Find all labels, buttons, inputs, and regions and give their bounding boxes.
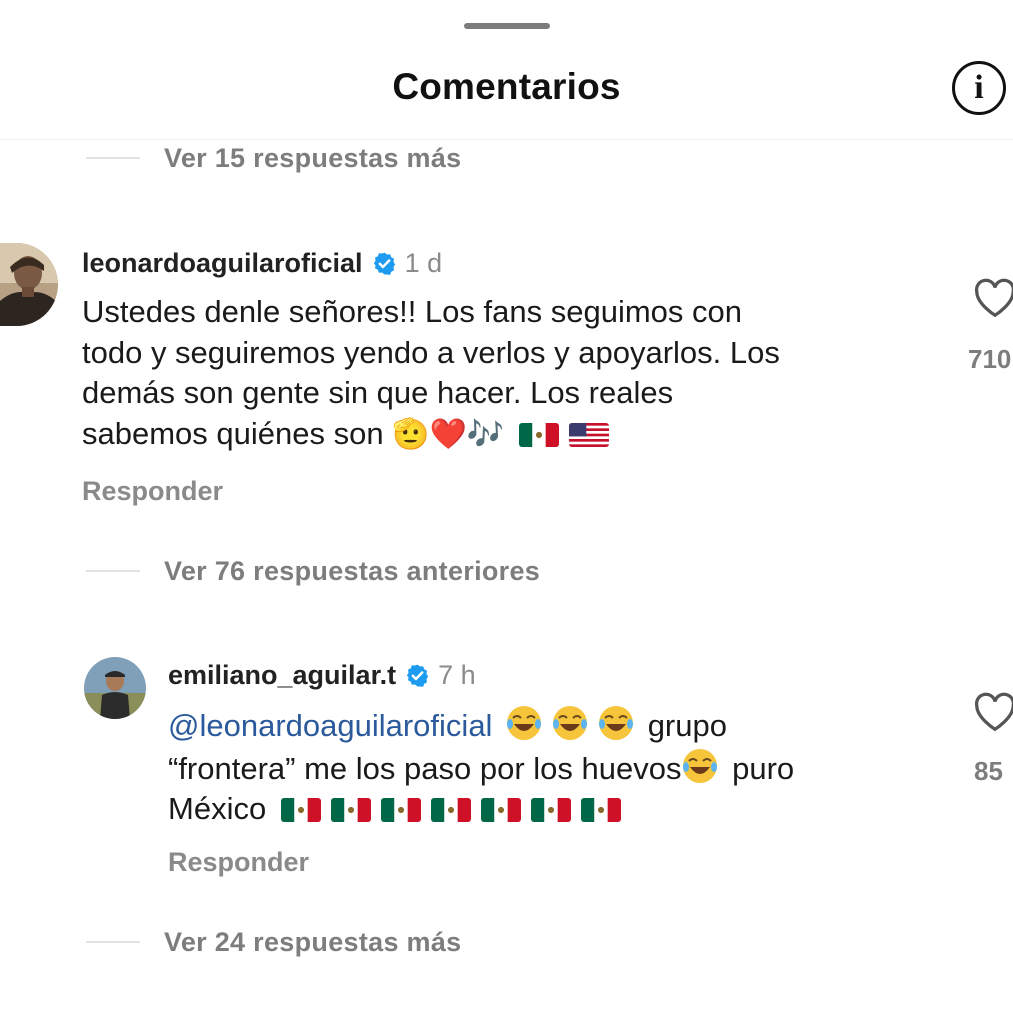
drag-handle[interactable] [464, 23, 550, 29]
comment-time: 1 d [404, 247, 443, 278]
verified-badge-icon [372, 251, 397, 276]
comment-text-fragment: puro [723, 750, 795, 786]
mexico-flag-row [275, 791, 631, 826]
avatar[interactable] [0, 243, 58, 326]
mexico-flag-icon [380, 798, 421, 822]
comment-time: 7 h [438, 659, 476, 690]
comment-line: Ustedes denle señores!! Los fans seguimo… [82, 294, 742, 329]
view-more-replies-button[interactable]: Ver 24 respuestas más [86, 922, 462, 962]
thread-line [86, 941, 140, 943]
laughing-emoji-icon [551, 704, 589, 742]
comment-text-fragment: grupo [639, 708, 727, 743]
mexico-flag-icon [530, 798, 571, 822]
mention-link[interactable]: @leonardoaguilaroficial [168, 708, 492, 743]
verified-badge-icon [405, 663, 430, 688]
comment-text-fragment: México [168, 791, 267, 826]
avatar[interactable] [84, 657, 146, 719]
mexico-flag-icon [280, 798, 321, 822]
comment-line: “frontera” me los paso por los huevos pu… [168, 747, 948, 790]
laughing-emoji-icon [681, 747, 719, 785]
mexico-flag-icon [580, 798, 621, 822]
comment-header: leonardoaguilaroficial 1 d [82, 244, 442, 282]
comments-sheet: Comentarios i Ver 15 respuestas más leon… [0, 0, 1013, 1024]
comment-text-fragment: “frontera” me los paso por los huevos [168, 750, 682, 786]
reply-button[interactable]: Responder [82, 476, 223, 507]
laughing-emoji-icon [505, 704, 543, 742]
mexico-flag-icon [518, 422, 559, 447]
info-icon[interactable]: i [952, 61, 1006, 115]
view-previous-replies-button[interactable]: Ver 76 respuestas anteriores [86, 551, 540, 591]
view-more-replies-label: Ver 24 respuestas más [164, 926, 462, 957]
page-title: Comentarios [392, 66, 621, 107]
comment-text: @leonardoaguilaroficial grupo “frontera”… [168, 704, 948, 830]
comment-line: México [168, 789, 948, 830]
comment-line: todo y seguiremos yendo a verlos y apoya… [82, 334, 780, 370]
comment-header: emiliano_aguilar.t 7 h [168, 656, 476, 694]
comment-line: demás son gente sin que hacer. Los reale… [82, 375, 674, 410]
reply-button[interactable]: Responder [168, 847, 309, 878]
mexico-flag-icon [330, 798, 371, 822]
usa-flag-icon [568, 422, 609, 447]
like-count: 85 [974, 756, 1003, 786]
thread-line [86, 157, 140, 159]
mexico-flag-icon [430, 798, 471, 822]
mexico-flag-icon [480, 798, 521, 822]
username-link[interactable]: leonardoaguilaroficial [82, 248, 363, 279]
comment-line: sabemos quiénes son [82, 415, 384, 451]
thread-line [86, 570, 140, 572]
view-more-replies-button[interactable]: Ver 15 respuestas más [86, 138, 462, 178]
comment-line-with-emojis: sabemos quiénes son 🫡❤️🎶 [82, 414, 942, 456]
like-count: 710 [968, 344, 1012, 374]
laughing-emoji-icon [597, 704, 635, 742]
view-more-replies-label: Ver 15 respuestas más [164, 142, 462, 173]
username-link[interactable]: emiliano_aguilar.t [168, 660, 396, 691]
heart-icon[interactable] [973, 278, 1013, 318]
comment-text: Ustedes denle señores!! Los fans seguimo… [82, 292, 942, 455]
heart-icon[interactable] [973, 692, 1013, 732]
comment-line: @leonardoaguilaroficial grupo [168, 704, 948, 747]
view-previous-replies-label: Ver 76 respuestas anteriores [164, 555, 541, 586]
sheet-header: Comentarios i [0, 0, 1013, 140]
emoji-group: 🫡❤️🎶 [392, 416, 505, 452]
